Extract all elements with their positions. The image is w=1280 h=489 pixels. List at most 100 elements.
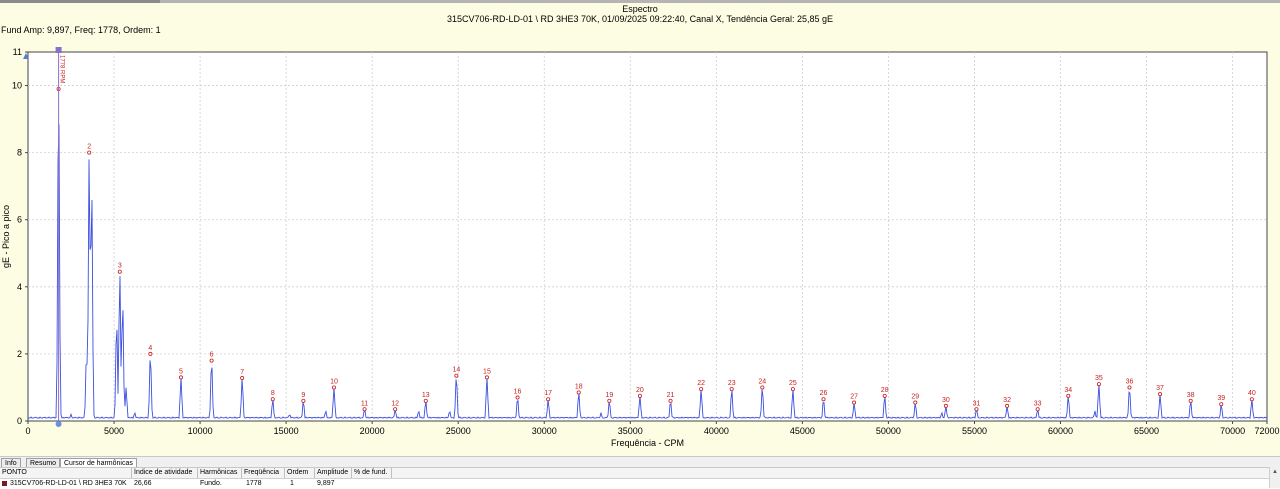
harmonic-label-30: 30 xyxy=(942,397,950,404)
table-header-row: PONTO Índice de atividade Harmônicas Fre… xyxy=(0,468,1270,479)
y-tick-label: 6 xyxy=(17,215,22,225)
column-header-harmonicas[interactable]: Harmônicas xyxy=(198,468,242,478)
x-tick-label: 40000 xyxy=(704,426,729,436)
harmonic-marker-16 xyxy=(515,395,520,400)
harmonic-label-18: 18 xyxy=(575,383,583,390)
harmonic-marker-36 xyxy=(1127,385,1132,390)
harmonic-marker-20 xyxy=(637,393,642,398)
harmonic-label-31: 31 xyxy=(973,400,981,407)
harmonic-marker-30 xyxy=(943,403,948,408)
x-tick-label: 35000 xyxy=(618,426,643,436)
x-tick-label: 15000 xyxy=(274,426,299,436)
x-tick-label: 30000 xyxy=(532,426,557,436)
x-tick-label: 20000 xyxy=(360,426,385,436)
harmonic-marker-22 xyxy=(699,387,704,392)
harmonic-marker-5 xyxy=(178,375,183,380)
harmonic-label-6: 6 xyxy=(210,352,214,359)
column-header-frequencia[interactable]: Freqüência xyxy=(242,468,285,478)
cursor-top-handle xyxy=(55,47,62,53)
harmonic-label-8: 8 xyxy=(271,390,275,397)
harmonic-label-17: 17 xyxy=(544,390,552,397)
harmonic-marker-6 xyxy=(209,358,214,363)
harmonic-marker-2 xyxy=(87,150,92,155)
column-header-pct-fund[interactable]: % de fund. xyxy=(352,468,392,478)
harmonic-label-39: 39 xyxy=(1217,395,1225,402)
point-color-marker xyxy=(2,481,7,486)
fundamental-readout: Fund Amp: 9,897, Freq: 1778, Ordem: 1 xyxy=(1,25,161,35)
harmonic-marker-37 xyxy=(1158,392,1163,397)
harmonic-label-14: 14 xyxy=(452,367,460,374)
x-tick-label: 60000 xyxy=(1048,426,1073,436)
y-tick-label: 2 xyxy=(17,349,22,359)
y-tick-label: 8 xyxy=(17,148,22,158)
harmonic-label-27: 27 xyxy=(850,394,858,401)
x-axis-label: Frequência - CPM xyxy=(611,438,684,448)
harmonic-label-40: 40 xyxy=(1248,390,1256,397)
plot-area xyxy=(27,51,1268,422)
harmonic-label-21: 21 xyxy=(667,392,675,399)
harmonic-marker-7 xyxy=(240,376,245,381)
harmonic-label-19: 19 xyxy=(605,392,613,399)
harmonic-label-11: 11 xyxy=(361,400,368,407)
y-tick-label: 0 xyxy=(17,416,22,426)
column-header-ponto[interactable]: PONTO xyxy=(0,468,132,478)
harmonic-marker-12 xyxy=(393,407,398,412)
harmonic-marker-21 xyxy=(668,398,673,403)
harmonic-label-2: 2 xyxy=(87,144,91,151)
harmonic-label-34: 34 xyxy=(1064,387,1072,394)
harmonic-label-13: 13 xyxy=(422,392,430,399)
harmonic-marker-40 xyxy=(1249,397,1254,402)
harmonic-marker-13 xyxy=(423,398,428,403)
harmonic-marker-35 xyxy=(1096,382,1101,387)
harmonic-marker-19 xyxy=(607,398,612,403)
cursor-bottom-handle xyxy=(55,421,62,427)
harmonic-label-7: 7 xyxy=(240,369,244,376)
harmonic-label-20: 20 xyxy=(636,387,644,394)
harmonic-label-33: 33 xyxy=(1034,400,1042,407)
cursor-rpm-label: 1778 RPM xyxy=(59,55,65,83)
harmonic-marker-11 xyxy=(362,407,367,412)
harmonic-marker-9 xyxy=(301,398,306,403)
harmonic-label-4: 4 xyxy=(148,345,152,352)
harmonic-marker-34 xyxy=(1066,393,1071,398)
harmonic-marker-23 xyxy=(729,387,734,392)
harmonic-marker-14 xyxy=(454,373,459,378)
spectrum-chart[interactable]: 0 5000 10000 15000 20000 25000 30000 35000 40000… xyxy=(0,40,1280,456)
harmonic-marker-38 xyxy=(1188,398,1193,403)
harmonic-marker-8 xyxy=(270,397,275,402)
harmonic-marker-3 xyxy=(117,269,122,274)
harmonic-label-22: 22 xyxy=(697,380,705,387)
harmonic-label-10: 10 xyxy=(330,378,338,385)
harmonic-label-23: 23 xyxy=(728,380,736,387)
column-header-indice[interactable]: Índice de atividade xyxy=(132,468,198,478)
y-tick-label: 10 xyxy=(12,81,22,91)
harmonic-marker-29 xyxy=(913,400,918,405)
harmonic-label-24: 24 xyxy=(758,378,766,385)
x-tick-label: 0 xyxy=(25,426,30,436)
harmonics-table: PONTO Índice de atividade Harmônicas Fre… xyxy=(0,467,1280,489)
column-header-amplitude[interactable]: Amplitude xyxy=(315,468,352,478)
column-header-ordem[interactable]: Ordem xyxy=(285,468,315,478)
harmonic-label-37: 37 xyxy=(1156,385,1164,392)
x-tick-label: 10000 xyxy=(188,426,213,436)
harmonic-marker-39 xyxy=(1219,402,1224,407)
table-scrollbar[interactable]: ▲ xyxy=(1269,467,1280,488)
harmonic-marker-33 xyxy=(1035,407,1040,412)
y-tick-label: 4 xyxy=(17,282,22,292)
y-axis-label: gE - Pico a pico xyxy=(1,205,11,268)
x-tick-label: 72000 xyxy=(1254,426,1279,436)
window-top-accent xyxy=(0,0,160,3)
harmonic-marker-15 xyxy=(484,375,489,380)
harmonic-label-32: 32 xyxy=(1003,397,1011,404)
harmonic-label-15: 15 xyxy=(483,368,491,375)
harmonic-marker-27 xyxy=(852,400,857,405)
harmonic-label-9: 9 xyxy=(301,392,305,399)
harmonic-marker-25 xyxy=(790,387,795,392)
harmonic-marker-28 xyxy=(882,393,887,398)
harmonic-label-25: 25 xyxy=(789,380,797,387)
x-tick-label: 45000 xyxy=(790,426,815,436)
harmonic-marker-10 xyxy=(331,385,336,390)
harmonic-marker-32 xyxy=(1005,403,1010,408)
harmonic-marker-18 xyxy=(576,390,581,395)
scroll-up-icon[interactable]: ▲ xyxy=(1272,469,1278,475)
